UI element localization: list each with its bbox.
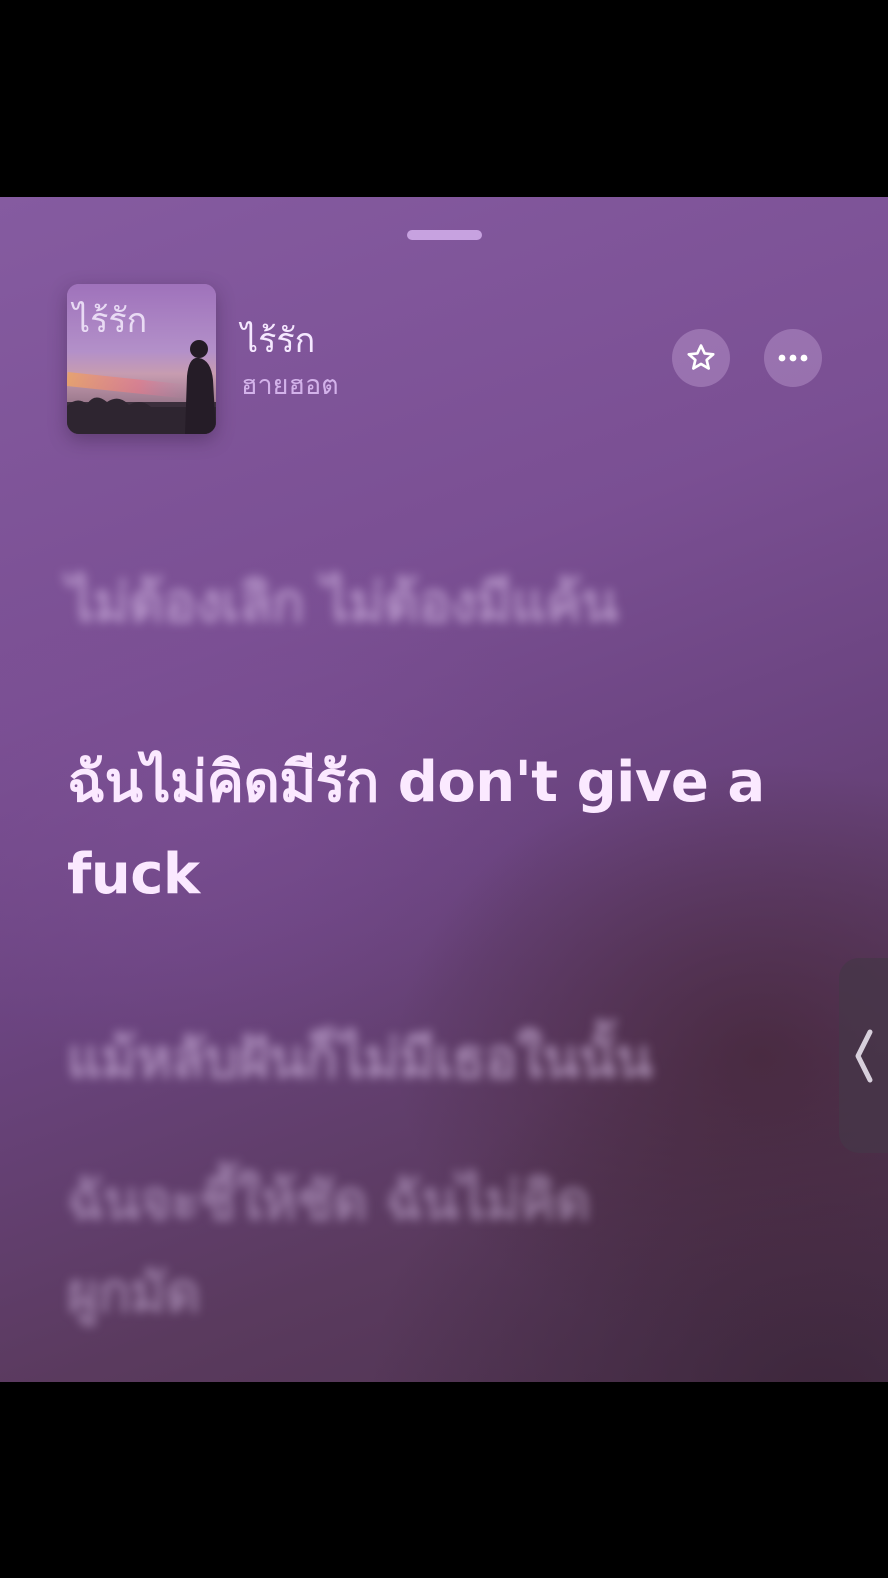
side-panel-tab[interactable] bbox=[839, 958, 888, 1153]
favorite-button[interactable] bbox=[672, 329, 730, 387]
sheet-grabber[interactable] bbox=[407, 230, 482, 240]
screen: ไร้รัก ไร้รัก ฮายฮอต ไม่ต้องเลิก ไม่ต้อง… bbox=[0, 0, 888, 1578]
star-outline-icon bbox=[687, 344, 715, 370]
artwork-title-text: ไร้รัก bbox=[70, 301, 147, 341]
album-artwork[interactable]: ไร้รัก bbox=[67, 284, 216, 434]
song-title[interactable]: ไร้รัก bbox=[241, 313, 315, 367]
artist-name[interactable]: ฮายฮอต bbox=[241, 363, 339, 406]
now-playing-sheet: ไร้รัก ไร้รัก ฮายฮอต ไม่ต้องเลิก ไม่ต้อง… bbox=[0, 197, 888, 1382]
lyric-line-previous[interactable]: ไม่ต้องเลิก ไม่ต้องมีแค้น bbox=[67, 559, 618, 645]
lyric-line-current[interactable]: ฉันไม่คิดมีรัก don't give a fuck bbox=[67, 737, 797, 921]
ellipsis-icon bbox=[778, 354, 808, 362]
album-artwork-image: ไร้รัก bbox=[67, 284, 216, 434]
lyric-line-next-after[interactable]: ฉันจะชี้ให้ชัด ฉันไม่คิดผูกมัด bbox=[67, 1155, 627, 1339]
chevron-left-icon bbox=[855, 1029, 872, 1082]
lyric-line-next[interactable]: แม้หลับฝันก็ไม่มีเธอในนั้น bbox=[67, 1015, 652, 1101]
more-options-button[interactable] bbox=[764, 329, 822, 387]
